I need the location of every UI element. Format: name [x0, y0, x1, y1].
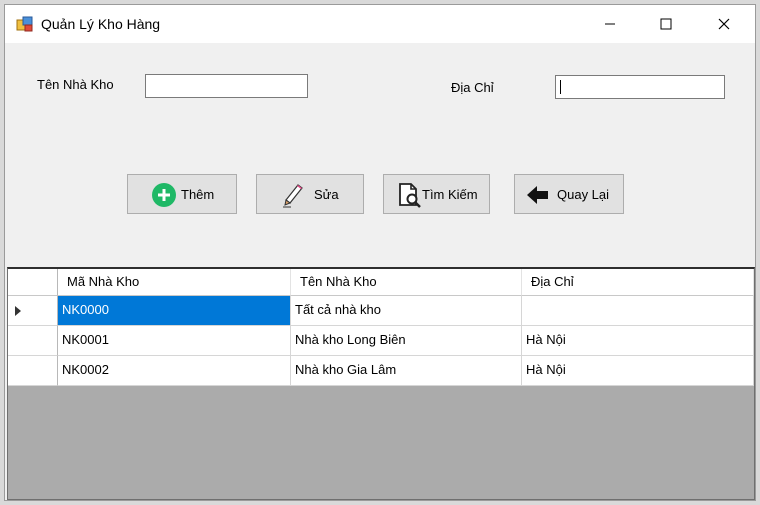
back-button-label: Quay Lại	[557, 187, 610, 202]
search-button[interactable]: Tìm Kiếm	[383, 174, 490, 214]
search-button-label: Tìm Kiếm	[422, 187, 478, 202]
minimize-icon	[605, 23, 615, 25]
cell-code[interactable]: NK0000	[58, 296, 291, 326]
row-header[interactable]	[8, 296, 58, 326]
address-label: Địa Chỉ	[451, 80, 494, 95]
title-bar[interactable]: Quản Lý Kho Hàng	[5, 5, 755, 43]
cell-name[interactable]: Nhà kho Long Biên	[291, 326, 522, 356]
close-button[interactable]	[701, 5, 747, 43]
current-row-indicator-icon	[15, 306, 21, 316]
row-header[interactable]	[8, 356, 58, 386]
column-header-code[interactable]: Mã Nhà Kho	[58, 269, 291, 296]
table-row[interactable]: NK0002 Nhà kho Gia Lâm Hà Nội	[8, 356, 754, 386]
row-header-corner[interactable]	[8, 269, 58, 296]
pencil-icon	[283, 184, 303, 208]
warehouse-name-input[interactable]	[145, 74, 308, 98]
cell-name[interactable]: Tất cả nhà kho	[291, 296, 522, 326]
table-row[interactable]: NK0001 Nhà kho Long Biên Hà Nội	[8, 326, 754, 356]
close-icon	[718, 18, 730, 30]
column-header-address[interactable]: Địa Chỉ	[522, 269, 754, 296]
edit-button-label: Sửa	[314, 187, 339, 202]
edit-button[interactable]: Sửa	[256, 174, 364, 214]
warehouse-grid[interactable]: Mã Nhà Kho Tên Nhà Kho Địa Chỉ NK0000 Tấ…	[7, 267, 755, 500]
app-icon	[16, 16, 33, 32]
cell-code[interactable]: NK0002	[58, 356, 291, 386]
main-window: Quản Lý Kho Hàng Tên Nhà Kho Địa Chỉ Thê…	[4, 4, 756, 501]
grid-header-row: Mã Nhà Kho Tên Nhà Kho Địa Chỉ	[8, 269, 754, 299]
column-header-name[interactable]: Tên Nhà Kho	[291, 269, 522, 296]
row-header[interactable]	[8, 326, 58, 356]
maximize-icon	[660, 18, 672, 30]
cell-address[interactable]	[522, 296, 754, 326]
arrow-left-icon	[527, 186, 548, 204]
warehouse-name-label: Tên Nhà Kho	[37, 77, 114, 92]
add-button[interactable]: Thêm	[127, 174, 237, 214]
cell-address[interactable]: Hà Nội	[522, 356, 754, 386]
address-input[interactable]	[555, 75, 725, 99]
maximize-button[interactable]	[643, 5, 689, 43]
back-button[interactable]: Quay Lại	[514, 174, 624, 214]
text-caret	[560, 80, 561, 94]
cell-code[interactable]: NK0001	[58, 326, 291, 356]
plus-circle-icon	[152, 183, 176, 207]
cell-address[interactable]: Hà Nội	[522, 326, 754, 356]
add-button-label: Thêm	[181, 187, 215, 202]
cell-name[interactable]: Nhà kho Gia Lâm	[291, 356, 522, 386]
table-row[interactable]: NK0000 Tất cả nhà kho	[8, 296, 754, 326]
document-search-icon	[399, 183, 421, 208]
window-title: Quản Lý Kho Hàng	[41, 16, 161, 32]
minimize-button[interactable]	[587, 5, 633, 43]
